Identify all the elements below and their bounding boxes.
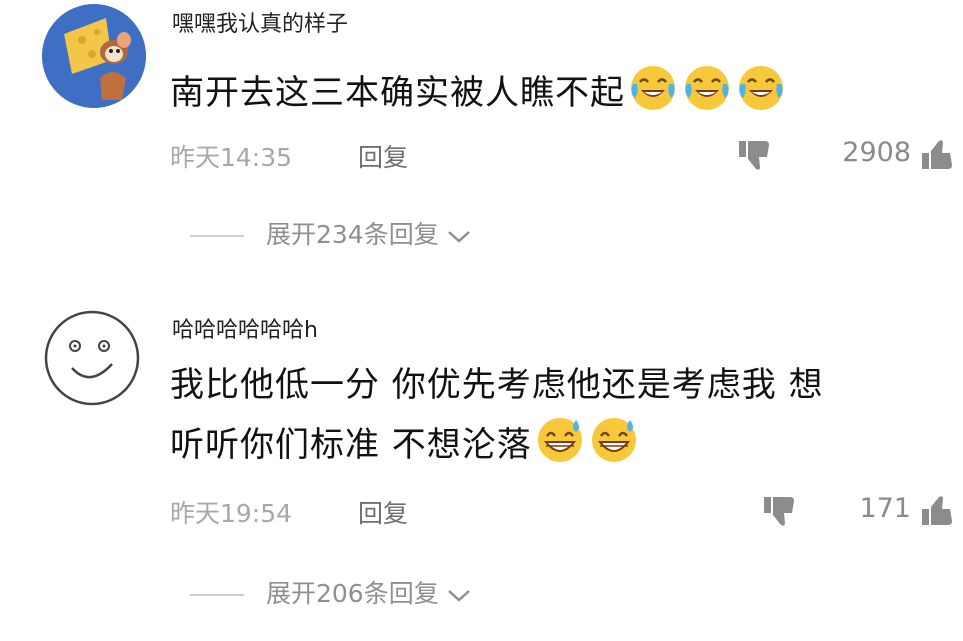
laugh-cry-emoji-icon (685, 66, 729, 110)
expand-replies-button[interactable]: 展开234条回复 (190, 215, 473, 251)
reply-button[interactable]: 回复 (358, 138, 408, 174)
like-count: 2908 (842, 137, 911, 168)
mouse-cheese-avatar-icon (42, 4, 146, 108)
comment-text: 南开去这三本确实被人瞧不起 (170, 62, 787, 122)
sweat-grin-emoji-icon (591, 418, 636, 462)
avatar[interactable] (42, 4, 146, 108)
laugh-cry-emoji-icon (631, 66, 675, 110)
divider-line (190, 235, 244, 237)
comment-text: 我比他低一分 你优先考虑他还是考虑我 想 听听你们标准 不想沦落 (170, 356, 824, 474)
reply-button[interactable]: 回复 (358, 494, 408, 530)
username[interactable]: 哈哈哈哈哈哈h (172, 312, 318, 344)
comment-item: 哈哈哈哈哈哈h 我比他低一分 你优先考虑他还是考虑我 想 听听你们标准 不想沦落… (0, 290, 963, 641)
comment-time: 昨天14:35 (170, 143, 293, 172)
dislike-icon[interactable] (735, 135, 775, 175)
comment-item: 嘿嘿我认真的样子 南开去这三本确实被人瞧不起 昨天14:35 回复 2908 展… (0, 0, 963, 290)
smiley-face-avatar-icon (44, 310, 140, 406)
chevron-down-icon (447, 590, 470, 602)
divider-line (190, 594, 244, 596)
like-icon[interactable] (918, 135, 958, 175)
like-count: 171 (859, 493, 911, 524)
laugh-cry-emoji-icon (739, 66, 783, 110)
comment-text-line: 我比他低一分 你优先考虑他还是考虑我 想 (170, 365, 824, 405)
dislike-icon[interactable] (760, 491, 800, 531)
avatar[interactable] (42, 308, 142, 408)
like-icon[interactable] (918, 491, 958, 531)
comment-time: 昨天19:54 (170, 499, 293, 528)
chevron-down-icon (447, 231, 470, 243)
expand-replies-label: 展开206条回复 (266, 579, 439, 608)
comment-text-content: 听听你们标准 不想沦落 (170, 425, 532, 465)
comment-text-line: 听听你们标准 不想沦落 (170, 414, 824, 474)
comment-text-content: 南开去这三本确实被人瞧不起 (170, 73, 625, 113)
sweat-grin-emoji-icon (537, 418, 582, 462)
expand-replies-button[interactable]: 展开206条回复 (190, 574, 473, 610)
expand-replies-label: 展开234条回复 (266, 220, 439, 249)
username[interactable]: 嘿嘿我认真的样子 (172, 6, 348, 38)
